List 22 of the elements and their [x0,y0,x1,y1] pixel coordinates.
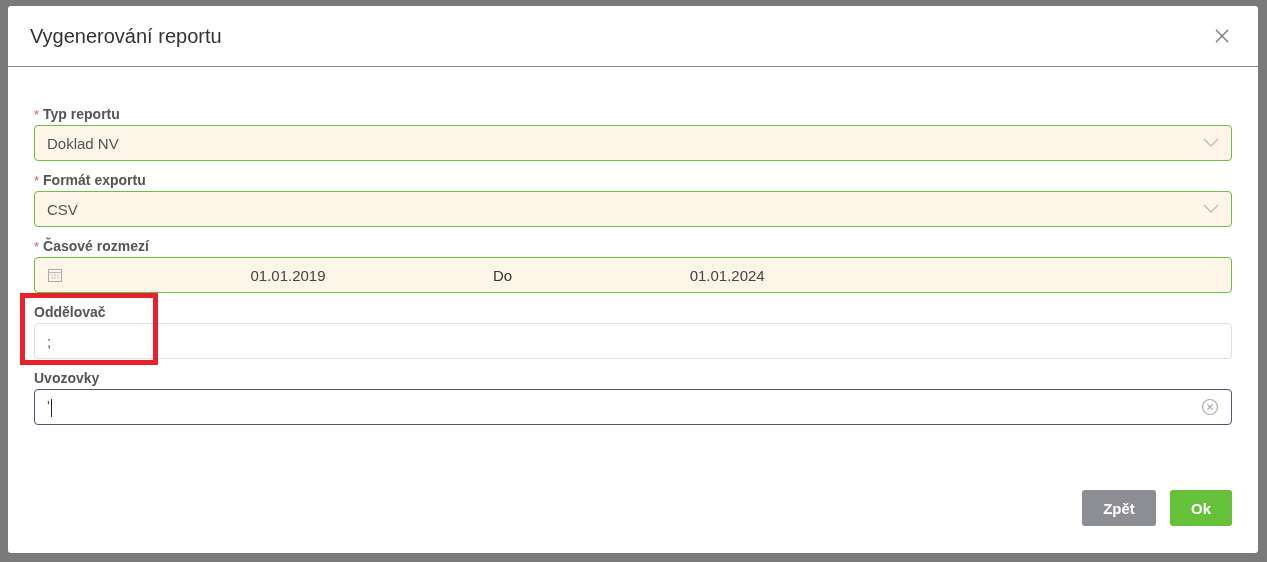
clear-icon[interactable] [1201,398,1219,416]
date-from[interactable]: 01.01.2019 [213,266,363,284]
input-field[interactable]: ' [34,389,1232,425]
select-field[interactable]: CSV [34,191,1232,227]
required-asterisk: * [34,106,40,122]
chevron-down-icon [1203,138,1219,148]
calendar-icon [47,267,63,283]
range-separator: Do [493,266,513,284]
field-label: Oddělovač [34,304,106,320]
dialog-title: Vygenerování reportu [30,24,222,48]
required-asterisk: * [34,238,40,254]
field-label: Uvozovky [34,370,100,386]
date-to[interactable]: 01.01.2024 [652,266,803,284]
field-label: Typ reportu [43,106,120,122]
input-field[interactable]: ; [34,323,1232,359]
field-label: Časové rozmezí [43,238,149,254]
close-icon[interactable] [1214,28,1230,44]
select-field[interactable]: Doklad NV [34,125,1232,161]
required-asterisk: * [34,172,40,188]
date-range-field[interactable]: 01.01.2019 Do 01.01.2024 [34,257,1232,293]
chevron-down-icon [1203,204,1219,214]
field-label: Formát exportu [43,172,146,188]
